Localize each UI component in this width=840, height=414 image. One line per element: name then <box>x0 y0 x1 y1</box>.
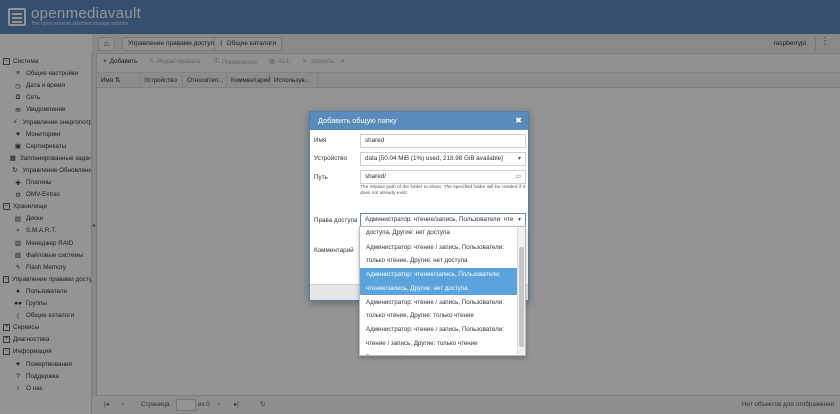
close-icon[interactable]: ✖ <box>515 112 522 130</box>
comment-label: Комментарий <box>314 247 354 254</box>
permission-option[interactable]: Администратор: чтение / запись, Пользова… <box>360 296 518 323</box>
permission-option[interactable]: доступа, Другие: нет доступа <box>360 227 518 240</box>
chevron-down-icon: ▾ <box>517 217 521 223</box>
option-text: доступа, Другие: нет доступа <box>366 229 450 236</box>
chevron-down-icon: ▾ <box>517 156 521 162</box>
permission-option[interactable]: Все: чтение/запись <box>360 351 518 356</box>
option-text: только чтение, Другие: только чтение <box>366 312 474 319</box>
path-input[interactable]: shared/▭ <box>360 170 526 184</box>
permissions-dropdown-list: Все: чтение/запись Администратор: чтение … <box>359 226 526 356</box>
option-text: Администратор: чтение / запись, Пользова… <box>366 243 504 251</box>
folder-icon: ▭ <box>515 174 521 180</box>
path-hint: The relative path of the folder to share… <box>360 185 525 196</box>
permissions-select[interactable]: Администратор: чтение/запись, Пользовате… <box>360 213 526 227</box>
dialog-title-bar: Добавить общую папку ✖ <box>310 112 528 130</box>
permission-option[interactable]: Администратор: чтение/запись, Пользовате… <box>360 268 518 295</box>
dialog-title: Добавить общую папку <box>318 116 397 125</box>
path-label: Путь <box>314 174 328 181</box>
device-label: Устройство <box>314 155 347 162</box>
name-input[interactable]: shared <box>360 134 526 148</box>
option-text: только чтение, Другие: нет доступа <box>366 257 468 264</box>
dropdown-scrollbar[interactable] <box>517 227 525 355</box>
option-text: Все: чтение/запись <box>366 351 518 356</box>
option-text: чтение/запись, Другие: нет доступа <box>366 284 468 292</box>
option-text: чтение / запись, Другие: только чтение <box>366 339 478 347</box>
permission-option[interactable]: Администратор: чтение / запись, Пользова… <box>360 241 518 268</box>
option-text: Администратор: чтение / запись, Пользова… <box>366 298 504 306</box>
device-select[interactable]: data [50.04 MiB (1%) used, 218.98 GiB av… <box>360 152 526 166</box>
permissions-label: Права доступа <box>314 217 358 224</box>
permission-option[interactable]: Администратор: чтение / запись, Пользова… <box>360 323 518 350</box>
option-text: Администратор: чтение/запись, Пользовате… <box>366 271 501 278</box>
name-label: Имя <box>314 137 327 144</box>
option-text: Администратор: чтение / запись, Пользова… <box>366 326 504 333</box>
